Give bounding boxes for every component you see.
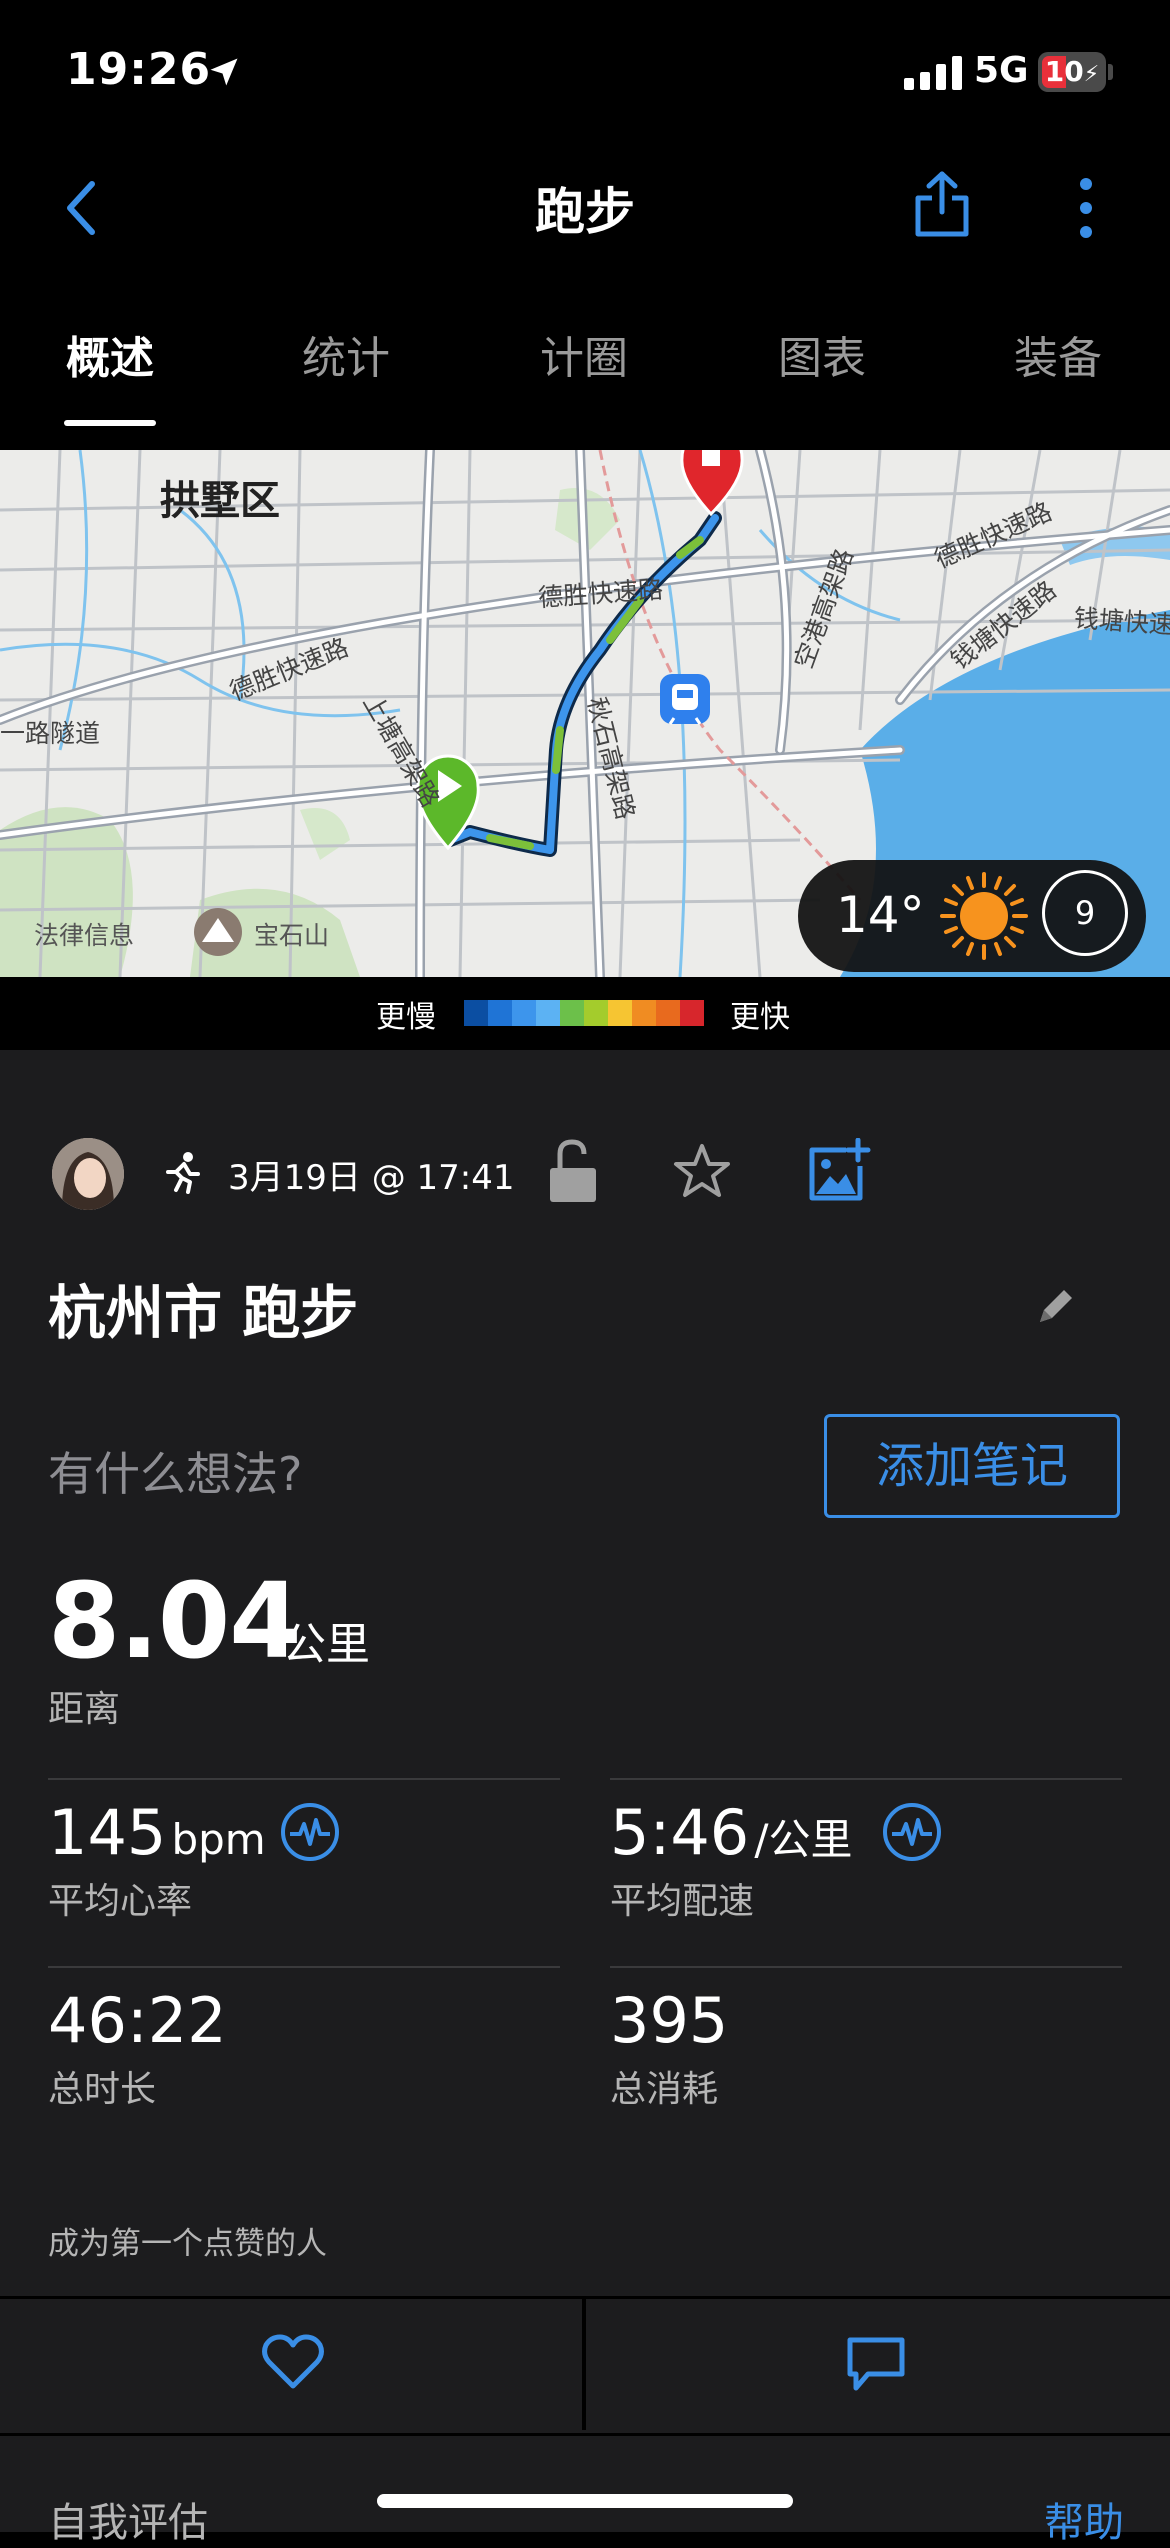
divider	[48, 1966, 560, 1968]
battery-cap	[1108, 64, 1113, 80]
activity-date: 3月19日 @ 17:41	[228, 1158, 515, 1198]
tab-stats[interactable]: 统计	[280, 322, 412, 386]
pace-legend-swatch	[656, 1000, 680, 1026]
status-time: 19:26	[66, 44, 212, 95]
tab-laps[interactable]: 计圈	[518, 322, 650, 386]
stat-value: 46:22	[48, 1984, 227, 2057]
share-icon[interactable]	[912, 170, 972, 240]
divider	[48, 1778, 560, 1780]
heart-like-icon[interactable]	[262, 2334, 324, 2390]
back-icon[interactable]	[58, 178, 106, 238]
stat-unit: /公里	[754, 1815, 853, 1864]
active-tab-indicator	[64, 420, 156, 426]
weather-temperature: 14°	[836, 886, 925, 944]
tab-overview[interactable]: 概述	[44, 322, 176, 386]
comment-icon[interactable]	[846, 2336, 906, 2392]
signal-icon	[904, 56, 962, 90]
sun-icon	[940, 872, 1028, 960]
help-link[interactable]: 帮助	[1044, 2490, 1124, 2548]
legend-slower-label: 更慢	[376, 1000, 436, 1035]
pace-legend-swatch	[584, 1000, 608, 1026]
running-icon	[166, 1152, 200, 1194]
network-type: 5G	[974, 50, 1029, 91]
stat-value: 5:46	[610, 1796, 750, 1869]
pencil-icon[interactable]	[1034, 1284, 1078, 1328]
pace-legend-bar	[464, 1000, 704, 1026]
map-legal-link[interactable]: 法律信息	[34, 916, 134, 952]
pace-legend-swatch	[536, 1000, 560, 1026]
self-evaluation-heading: 自我评估	[48, 2500, 208, 2546]
action-divider	[582, 2296, 586, 2430]
note-prompt: 有什么想法?	[48, 1447, 303, 1501]
mountain-icon	[194, 908, 242, 956]
end-marker[interactable]	[680, 450, 744, 517]
avatar[interactable]	[52, 1138, 124, 1210]
activity-title: 杭州市 跑步	[48, 1279, 359, 1347]
pace-legend-swatch	[560, 1000, 584, 1026]
distance-unit: 公里	[282, 1619, 370, 1670]
kudos-text: 成为第一个点赞的人	[48, 2226, 327, 2262]
add-note-button[interactable]: 添加笔记	[824, 1414, 1120, 1518]
stat-label: 平均心率	[48, 1881, 193, 1922]
heart-rate-zone-icon[interactable]	[280, 1802, 340, 1862]
battery-icon: 10⚡	[1038, 52, 1106, 92]
divider	[610, 1966, 1122, 1968]
battery-level: 10	[1044, 55, 1084, 88]
pace-legend-swatch	[632, 1000, 656, 1026]
metro-station-icon	[660, 674, 710, 725]
lock-open-icon[interactable]	[548, 1138, 598, 1204]
stat-unit: bpm	[171, 1815, 266, 1864]
pace-zone-icon[interactable]	[882, 1802, 942, 1862]
tab-charts[interactable]: 图表	[756, 322, 888, 386]
pace-legend-swatch	[512, 1000, 536, 1026]
stat-duration: 46:22	[48, 1984, 227, 2057]
map-label-road: 钱塘快速	[1073, 603, 1170, 640]
stat-label: 总消耗	[610, 2069, 719, 2110]
stat-label: 总时长	[48, 2069, 157, 2110]
stat-pace: 5:46 /公里	[610, 1796, 852, 1869]
stat-heart-rate: 145 bpm	[48, 1796, 266, 1869]
more-icon[interactable]	[1066, 176, 1106, 240]
pace-legend-swatch	[464, 1000, 488, 1026]
wind-speed: 9	[1042, 870, 1128, 956]
map-label-district: 拱墅区	[160, 478, 280, 524]
location-arrow-icon	[210, 58, 238, 86]
pace-legend-swatch	[608, 1000, 632, 1026]
pace-legend-swatch	[680, 1000, 704, 1026]
distance-label: 距离	[48, 1689, 121, 1730]
legend-faster-label: 更快	[730, 1000, 790, 1035]
map-label-road: 一路隧道	[0, 719, 101, 748]
map-label-landmark: 宝石山	[254, 921, 330, 950]
weather-badge: 14° 9	[798, 860, 1146, 972]
pace-legend-swatch	[488, 1000, 512, 1026]
add-photo-icon[interactable]	[806, 1138, 872, 1204]
distance-value: 8.04	[48, 1560, 302, 1682]
page-title: 跑步	[535, 183, 635, 241]
stat-calories: 395	[610, 1984, 728, 2057]
tab-gear[interactable]: 装备	[992, 322, 1124, 386]
star-icon[interactable]	[672, 1142, 732, 1200]
stat-label: 平均配速	[610, 1881, 755, 1922]
stat-value: 145	[48, 1796, 167, 1869]
divider	[610, 1778, 1122, 1780]
home-indicator[interactable]	[377, 2494, 793, 2508]
stat-value: 395	[610, 1984, 729, 2057]
